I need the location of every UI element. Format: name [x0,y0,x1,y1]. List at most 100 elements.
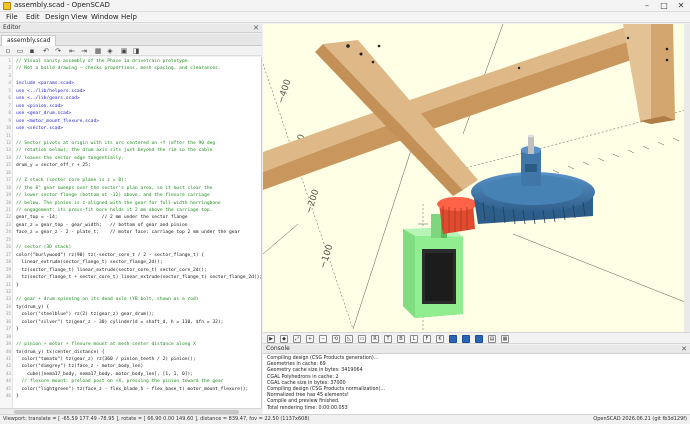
preview-icon[interactable]: ▦ [94,47,102,55]
reset-view-icon[interactable]: ⟲ [332,335,340,343]
axis-label-4: −100 [318,243,335,270]
show-edges-icon[interactable]: ▦ [501,335,509,343]
console-line: CGAL Polyhedrons in cache: 2 [267,374,339,380]
minimize-button[interactable]: – [640,0,654,11]
line-number: 41 [5,357,11,362]
code-line: // engagement; its press-fit bore holds … [16,208,213,213]
code-line: use <gear_drum.scad> [16,111,72,117]
code-line: // the 8" gear sweeps over the sector's … [16,185,213,191]
console-line: Geometries in cache: 69 [267,362,326,368]
open-file-icon[interactable]: ▭ [16,47,24,55]
axis-label-1: −400 [276,78,293,105]
stepper-motor [422,249,456,304]
perspective-icon[interactable]: ◺ [345,335,353,343]
menu-edit[interactable]: Edit [26,13,40,21]
menu-view[interactable]: View [71,13,88,21]
code-line: // leaves the sector edge tangentially. [16,155,124,161]
code-line: face_z = gear_z - 2 - plate_t; // motor … [16,230,241,236]
code-line: // pinion + motor + flexure mount at mes… [16,342,196,348]
code-line: // Sector pivots at origin with its arc … [16,140,216,146]
view-center-icon[interactable] [462,335,470,343]
console-close-button[interactable]: ✕ [681,345,687,353]
code-line: linear_extrude(sector_flange_t) sector_f… [16,260,163,266]
undo-icon[interactable]: ↶ [42,47,50,55]
line-number: 38 [5,334,11,340]
view-diagonal-icon[interactable] [449,335,457,343]
maximize-button[interactable]: □ [657,0,671,11]
line-number: 7 [8,103,11,109]
line-number: 28 [5,260,11,266]
line-number: 17 [5,178,11,184]
orthogonal-icon[interactable]: ▭ [358,335,366,343]
menu-design[interactable]: Design [45,13,69,21]
code-line: // lower sector flange (bottom at -12) a… [16,193,210,199]
viewport-status: Viewport: translate = [ -65.59 177.49 -7… [3,416,310,422]
editor-toolbar: ▫ ▭ ▪ ↶ ↷ ⇤ ⇥ ▦ ◈ ▣ ◨ [0,46,262,56]
code-line: // sector (3D stack) [16,245,72,251]
console-line: Compiling design (CSG Products generatio… [267,356,379,361]
line-number: 35 [5,312,11,318]
menu-file[interactable]: File [6,13,18,21]
view-top-icon[interactable]: T [384,335,392,343]
menu-bar: File Edit Design View Window Help [0,12,690,23]
line-number: 34 [5,304,11,310]
viewport-scene: −400 −300 −200 −100 [263,24,690,332]
editor-close-button[interactable]: ✕ [253,24,259,32]
line-number: 39 [5,342,11,348]
axis-label-3: −200 [304,188,321,215]
export-icon[interactable]: ▣ [120,47,128,55]
view-right-icon[interactable]: R [371,335,379,343]
code-line: tz(sector_flange_t + sector_core_t) line… [16,275,262,281]
line-number: 8 [8,111,11,117]
zoom-in-icon[interactable]: + [306,335,314,343]
code-editor[interactable]: 1 2 3 4 5 6 7 8 9 10 11 12 13 14 15 16 17 18 19 20 21 22 23 24 2… [0,57,262,408]
render-icon[interactable]: ◈ [106,47,114,55]
sector-part [263,24,675,196]
code-line: use <../lib/gears.scad> [16,96,80,102]
code-line: // below. The pinion is z-aligned with t… [16,200,221,206]
view-all-icon[interactable]: ⤢ [293,335,301,343]
show-axes-icon[interactable] [475,335,483,343]
tab-assembly-scad[interactable]: assembly.scad [1,35,57,46]
code-line: gear_top = -14; // 2 mm under the sector… [16,215,188,221]
view-back-icon[interactable]: K [436,335,444,343]
version-status: OpenSCAD 2026.06.21 (git fb3d129f) [593,416,687,422]
line-number: 45 [5,386,11,392]
line-number: 37 [5,327,11,333]
line-number: 16 [5,170,11,176]
zoom-out-icon[interactable]: − [319,335,327,343]
menu-help[interactable]: Help [121,13,137,21]
indent-icon[interactable]: ⇥ [80,47,88,55]
save-icon[interactable]: ▪ [28,47,36,55]
view-bottom-icon[interactable]: B [397,335,405,343]
code-line: color("steelblue") rz(2) tz(gear_z) gear… [16,312,155,318]
unindent-icon[interactable]: ⇤ [68,47,76,55]
settings-icon[interactable]: ◨ [132,47,140,55]
viewport-scrollbar[interactable] [684,24,690,332]
show-scale-icon[interactable]: ▤ [488,335,496,343]
view-front-icon[interactable]: F [423,335,431,343]
new-file-icon[interactable]: ▫ [4,47,12,55]
menu-window[interactable]: Window [91,13,119,21]
code-line: use <motor_mount_flexure.scad> [16,118,99,124]
redo-icon[interactable]: ↷ [54,47,62,55]
code-line: // flexure mount: preload post on +X, pr… [16,379,224,385]
line-number: 15 [5,163,11,169]
line-number: 42 [5,364,11,370]
code-line: use <pinion.scad> [16,103,64,109]
console-panel-header: Console ✕ [263,345,690,354]
3d-viewport[interactable]: −400 −300 −200 −100 [263,24,690,332]
line-number: 3 [8,73,11,79]
close-window-button[interactable]: ✕ [674,0,688,11]
code-line: tz(sector_flange_t) linear_extrude(secto… [16,267,207,273]
code-line: // Visual sanity assembly of the Phase 1… [16,59,191,64]
line-number: 9 [8,118,11,124]
line-number: 21 [5,208,11,213]
window-title: assembly.scad - OpenSCAD [14,1,110,9]
status-bar: Viewport: translate = [ -65.59 177.49 -7… [0,414,690,424]
editor-panel-title: Editor [3,24,21,31]
render-icon[interactable]: ◆ [280,335,288,343]
code-line: // Z stack (sector core plane is z = 0): [16,178,127,184]
preview-icon[interactable]: ▶ [267,335,275,343]
view-left-icon[interactable]: L [410,335,418,343]
